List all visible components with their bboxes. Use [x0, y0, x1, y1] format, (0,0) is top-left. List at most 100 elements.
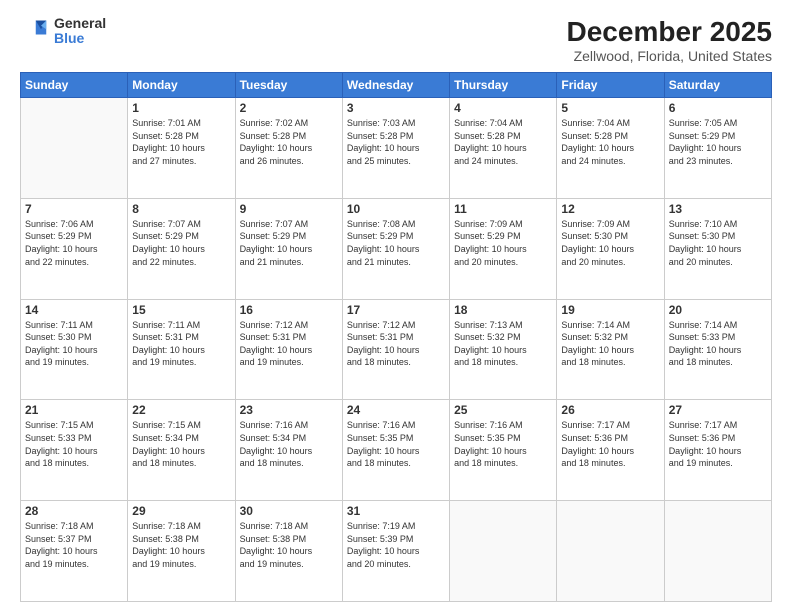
day-info: Sunrise: 7:18 AM Sunset: 5:37 PM Dayligh…: [25, 520, 123, 570]
day-cell: 11 Sunrise: 7:09 AM Sunset: 5:29 PM Dayli…: [450, 198, 557, 299]
day-number: 10: [347, 202, 445, 216]
day-number: 15: [132, 303, 230, 317]
day-info: Sunrise: 7:18 AM Sunset: 5:38 PM Dayligh…: [240, 520, 338, 570]
title-block: December 2025 Zellwood, Florida, United …: [567, 16, 772, 64]
day-number: 26: [561, 403, 659, 417]
day-info: Sunrise: 7:16 AM Sunset: 5:35 PM Dayligh…: [454, 419, 552, 469]
page: General Blue December 2025 Zellwood, Flo…: [0, 0, 792, 612]
week-row-4: 21Sunrise: 7:15 AM Sunset: 5:33 PM Dayli…: [21, 400, 772, 501]
day-number: 14: [25, 303, 123, 317]
day-cell: 10Sunrise: 7:08 AM Sunset: 5:29 PM Dayli…: [342, 198, 449, 299]
day-cell: 1 Sunrise: 7:01 AM Sunset: 5:28 PM Daylig…: [128, 98, 235, 199]
day-number: 4: [454, 101, 552, 115]
day-cell: [557, 501, 664, 602]
day-number: 16: [240, 303, 338, 317]
day-cell: 18Sunrise: 7:13 AM Sunset: 5:32 PM Dayli…: [450, 299, 557, 400]
day-number: 8: [132, 202, 230, 216]
day-info: Sunrise: 7:09 AM Sunset: 5:29 PM Dayligh…: [454, 218, 552, 268]
day-info: Sunrise: 7:15 AM Sunset: 5:33 PM Dayligh…: [25, 419, 123, 469]
day-cell: 25 Sunrise: 7:16 AM Sunset: 5:35 PM Dayli…: [450, 400, 557, 501]
logo-text: General Blue: [54, 16, 106, 47]
day-info: Sunrise: 7:03 AM Sunset: 5:28 PM Dayligh…: [347, 117, 445, 167]
col-header-monday: Monday: [128, 73, 235, 98]
day-info: Sunrise: 7:15 AM Sunset: 5:34 PM Dayligh…: [132, 419, 230, 469]
day-cell: 26 Sunrise: 7:17 AM Sunset: 5:36 PM Dayli…: [557, 400, 664, 501]
day-info: Sunrise: 7:18 AM Sunset: 5:38 PM Dayligh…: [132, 520, 230, 570]
day-number: 28: [25, 504, 123, 518]
day-cell: 17 Sunrise: 7:12 AM Sunset: 5:31 PM Dayli…: [342, 299, 449, 400]
day-cell: 21Sunrise: 7:15 AM Sunset: 5:33 PM Dayli…: [21, 400, 128, 501]
day-cell: 27Sunrise: 7:17 AM Sunset: 5:36 PM Dayli…: [664, 400, 771, 501]
col-header-saturday: Saturday: [664, 73, 771, 98]
day-cell: 24Sunrise: 7:16 AM Sunset: 5:35 PM Dayli…: [342, 400, 449, 501]
day-info: Sunrise: 7:01 AM Sunset: 5:28 PM Dayligh…: [132, 117, 230, 167]
col-header-sunday: Sunday: [21, 73, 128, 98]
logo-line2: Blue: [54, 31, 106, 46]
col-header-tuesday: Tuesday: [235, 73, 342, 98]
day-cell: 16 Sunrise: 7:12 AM Sunset: 5:31 PM Dayli…: [235, 299, 342, 400]
day-cell: 13Sunrise: 7:10 AM Sunset: 5:30 PM Dayli…: [664, 198, 771, 299]
calendar-header: SundayMondayTuesdayWednesdayThursdayFrid…: [21, 73, 772, 98]
day-number: 5: [561, 101, 659, 115]
day-cell: [664, 501, 771, 602]
day-cell: 19Sunrise: 7:14 AM Sunset: 5:32 PM Dayli…: [557, 299, 664, 400]
header: General Blue December 2025 Zellwood, Flo…: [20, 16, 772, 64]
day-info: Sunrise: 7:07 AM Sunset: 5:29 PM Dayligh…: [240, 218, 338, 268]
calendar-body: 1 Sunrise: 7:01 AM Sunset: 5:28 PM Daylig…: [21, 98, 772, 602]
day-number: 1: [132, 101, 230, 115]
day-number: 6: [669, 101, 767, 115]
day-cell: 31 Sunrise: 7:19 AM Sunset: 5:39 PM Dayli…: [342, 501, 449, 602]
day-info: Sunrise: 7:14 AM Sunset: 5:33 PM Dayligh…: [669, 319, 767, 369]
day-number: 31: [347, 504, 445, 518]
day-info: Sunrise: 7:12 AM Sunset: 5:31 PM Dayligh…: [347, 319, 445, 369]
calendar-subtitle: Zellwood, Florida, United States: [567, 48, 772, 64]
week-row-5: 28 Sunrise: 7:18 AM Sunset: 5:37 PM Dayli…: [21, 501, 772, 602]
day-number: 22: [132, 403, 230, 417]
day-number: 11: [454, 202, 552, 216]
day-info: Sunrise: 7:16 AM Sunset: 5:34 PM Dayligh…: [240, 419, 338, 469]
week-row-2: 7 Sunrise: 7:06 AM Sunset: 5:29 PM Daylig…: [21, 198, 772, 299]
logo-icon: [20, 17, 48, 45]
day-cell: 9 Sunrise: 7:07 AM Sunset: 5:29 PM Daylig…: [235, 198, 342, 299]
day-info: Sunrise: 7:05 AM Sunset: 5:29 PM Dayligh…: [669, 117, 767, 167]
day-cell: 7 Sunrise: 7:06 AM Sunset: 5:29 PM Daylig…: [21, 198, 128, 299]
day-cell: [450, 501, 557, 602]
day-cell: 3 Sunrise: 7:03 AM Sunset: 5:28 PM Daylig…: [342, 98, 449, 199]
day-cell: 28 Sunrise: 7:18 AM Sunset: 5:37 PM Dayli…: [21, 501, 128, 602]
day-number: 17: [347, 303, 445, 317]
day-info: Sunrise: 7:06 AM Sunset: 5:29 PM Dayligh…: [25, 218, 123, 268]
day-cell: 30Sunrise: 7:18 AM Sunset: 5:38 PM Dayli…: [235, 501, 342, 602]
week-row-1: 1 Sunrise: 7:01 AM Sunset: 5:28 PM Daylig…: [21, 98, 772, 199]
day-cell: 29Sunrise: 7:18 AM Sunset: 5:38 PM Dayli…: [128, 501, 235, 602]
day-number: 9: [240, 202, 338, 216]
day-info: Sunrise: 7:11 AM Sunset: 5:31 PM Dayligh…: [132, 319, 230, 369]
day-cell: 2Sunrise: 7:02 AM Sunset: 5:28 PM Daylig…: [235, 98, 342, 199]
day-number: 12: [561, 202, 659, 216]
week-row-3: 14 Sunrise: 7:11 AM Sunset: 5:30 PM Dayli…: [21, 299, 772, 400]
day-number: 24: [347, 403, 445, 417]
day-cell: 8 Sunrise: 7:07 AM Sunset: 5:29 PM Daylig…: [128, 198, 235, 299]
day-cell: 23 Sunrise: 7:16 AM Sunset: 5:34 PM Dayli…: [235, 400, 342, 501]
day-number: 18: [454, 303, 552, 317]
day-number: 3: [347, 101, 445, 115]
day-info: Sunrise: 7:07 AM Sunset: 5:29 PM Dayligh…: [132, 218, 230, 268]
day-number: 25: [454, 403, 552, 417]
calendar-table: SundayMondayTuesdayWednesdayThursdayFrid…: [20, 72, 772, 602]
col-header-wednesday: Wednesday: [342, 73, 449, 98]
day-cell: 5Sunrise: 7:04 AM Sunset: 5:28 PM Daylig…: [557, 98, 664, 199]
day-info: Sunrise: 7:11 AM Sunset: 5:30 PM Dayligh…: [25, 319, 123, 369]
day-number: 7: [25, 202, 123, 216]
day-info: Sunrise: 7:17 AM Sunset: 5:36 PM Dayligh…: [561, 419, 659, 469]
day-info: Sunrise: 7:02 AM Sunset: 5:28 PM Dayligh…: [240, 117, 338, 167]
day-info: Sunrise: 7:12 AM Sunset: 5:31 PM Dayligh…: [240, 319, 338, 369]
day-number: 23: [240, 403, 338, 417]
day-number: 13: [669, 202, 767, 216]
day-cell: 6 Sunrise: 7:05 AM Sunset: 5:29 PM Daylig…: [664, 98, 771, 199]
day-info: Sunrise: 7:19 AM Sunset: 5:39 PM Dayligh…: [347, 520, 445, 570]
day-cell: 14 Sunrise: 7:11 AM Sunset: 5:30 PM Dayli…: [21, 299, 128, 400]
day-info: Sunrise: 7:14 AM Sunset: 5:32 PM Dayligh…: [561, 319, 659, 369]
day-number: 20: [669, 303, 767, 317]
day-info: Sunrise: 7:17 AM Sunset: 5:36 PM Dayligh…: [669, 419, 767, 469]
day-cell: 22 Sunrise: 7:15 AM Sunset: 5:34 PM Dayli…: [128, 400, 235, 501]
logo: General Blue: [20, 16, 106, 47]
